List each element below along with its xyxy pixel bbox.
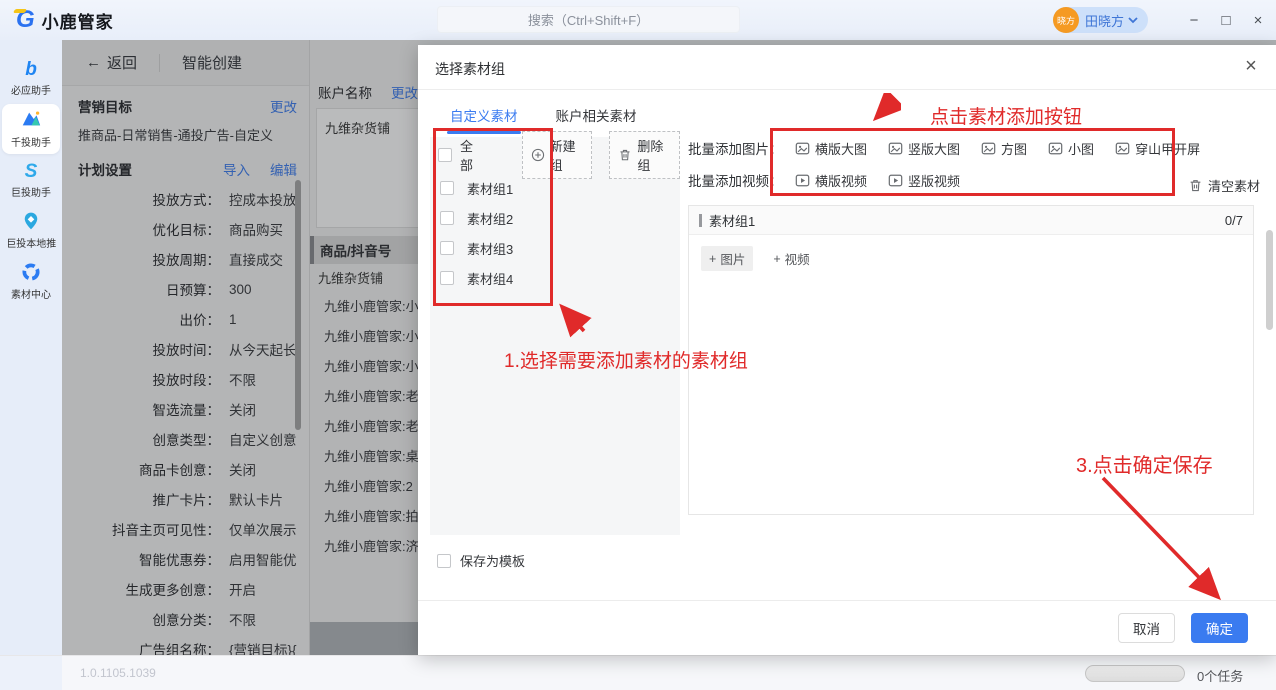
group-row[interactable]: 素材组4 [430,263,680,293]
plus-icon: + [709,252,716,266]
image-icon [888,141,903,156]
close-button[interactable]: × [1242,12,1274,29]
statusbar: 1.0.1105.1039 0个任务 [0,655,1276,690]
chevron-down-icon [1127,16,1139,24]
qiantou-assistant-icon [20,108,42,133]
sidebar-item-label: 千投助手 [11,135,51,149]
group-row[interactable]: 素材组2 [430,203,680,233]
material-group-content-panel: 素材组1 0/7 + 图片 + 视频 [688,205,1254,515]
window-controls: − □ × [1178,0,1274,40]
dialog-title: 选择素材组 [435,59,505,79]
modal-scrollbar[interactable] [1266,230,1273,330]
tab-account-material[interactable]: 账户相关素材 [556,105,637,134]
add-vertical-image-button[interactable]: 竖版大图 [888,139,960,158]
select-all-label: 全部 [460,136,484,174]
add-vertical-video-button[interactable]: 竖版视频 [888,171,960,190]
image-icon [1115,141,1130,156]
video-icon [888,173,903,188]
video-icon [795,173,810,188]
task-count: 0个任务 [1197,666,1243,685]
add-horizontal-video-button[interactable]: 横版视频 [795,171,867,190]
annotation-add-hint-text: 点击素材添加按钮 [930,102,1082,129]
add-horizontal-image-button[interactable]: 横版大图 [795,139,867,158]
add-video-button[interactable]: + 视频 [765,246,817,271]
clear-materials-button[interactable]: 清空素材 [1188,176,1260,195]
select-all-checkbox[interactable] [438,148,452,162]
sidebar-item-label: 巨投助手 [11,185,51,199]
sidebar-item-qiantou-assistant[interactable]: 千投助手 [2,104,60,154]
material-tabs: 自定义素材 账户相关素材 [450,105,637,134]
sidebar-item-jutou-local[interactable]: 巨投本地推 [2,206,60,256]
image-icon [981,141,996,156]
batch-video-label: 批量添加视频： [688,170,795,190]
sidebar-item-label: 素材中心 [11,287,51,301]
global-search-input[interactable]: 搜索（Ctrl+Shift+F） [437,6,740,33]
annotation-arrow-down-left-icon [861,93,901,133]
plus-circle-icon [531,148,545,162]
group-panel-title: 素材组1 [709,211,1225,230]
group-row[interactable]: 素材组3 [430,233,680,263]
tab-custom-material[interactable]: 自定义素材 [450,105,518,134]
username: 田晓方 [1085,11,1124,30]
sidebar-item-material-center[interactable]: 素材中心 [2,257,60,307]
material-count: 0/7 [1225,213,1243,228]
batch-image-label: 批量添加图片： [688,138,795,158]
image-icon [1048,141,1063,156]
batch-add-toolbar: 批量添加图片： 横版大图 竖版大图 方图 小图 [688,133,1254,197]
cancel-button[interactable]: 取消 [1118,613,1175,643]
divider [418,89,1276,90]
select-material-group-dialog: 选择素材组 × 自定义素材 账户相关素材 全部 新建组 删除组 [418,45,1276,655]
add-image-button[interactable]: + 图片 [701,246,753,271]
app-title: 小鹿管家 [42,8,114,33]
sidebar-item-jutou-assistant[interactable]: S 巨投助手 [2,155,60,205]
new-group-button[interactable]: 新建组 [522,131,593,179]
topbar: G 小鹿管家 搜索（Ctrl+Shift+F） 晓方 田晓方 − □ × [0,0,1276,40]
bing-assistant-icon: b [25,59,37,81]
image-icon [795,141,810,156]
search-placeholder: 搜索（Ctrl+Shift+F） [528,10,649,29]
save-template-checkbox[interactable] [437,554,451,568]
trash-icon [1188,178,1203,193]
save-as-template-option[interactable]: 保存为模板 [437,551,525,570]
statusbar-left-cap [0,656,62,690]
dialog-close-icon[interactable]: × [1238,53,1264,79]
delete-group-button[interactable]: 删除组 [609,131,680,179]
confirm-button[interactable]: 确定 [1191,613,1248,643]
trash-icon [618,148,632,162]
group-checkbox[interactable] [440,271,454,285]
sidebar-item-label: 巨投本地推 [6,236,56,250]
sidebar-item-label: 必应助手 [11,83,51,97]
add-small-image-button[interactable]: 小图 [1048,139,1094,158]
app-logo: G 小鹿管家 [16,5,114,35]
material-group-list: 全部 新建组 删除组 素材组1 素材组2 素材组3 [430,137,680,535]
avatar: 晓方 [1053,7,1079,33]
location-pin-icon [21,211,41,234]
group-checkbox[interactable] [440,211,454,225]
accent-bar [699,214,702,227]
task-progress-bar [1085,665,1185,682]
app-logo-icon: G [16,5,35,35]
dialog-footer: 取消 确定 [418,600,1276,655]
sidebar-item-biying-assistant[interactable]: b 必应助手 [2,53,60,103]
add-square-image-button[interactable]: 方图 [981,139,1027,158]
group-checkbox[interactable] [440,241,454,255]
minimize-button[interactable]: − [1178,12,1210,29]
material-center-icon [21,262,41,285]
add-pangle-splash-button[interactable]: 穿山甲开屏 [1115,139,1200,158]
app-window: G 小鹿管家 搜索（Ctrl+Shift+F） 晓方 田晓方 − □ × b 必… [0,0,1276,690]
group-checkbox[interactable] [440,181,454,195]
plus-icon: + [773,252,780,266]
sidebar: b 必应助手 千投助手 S 巨投助手 巨投 [0,40,62,655]
version-text: 1.0.1105.1039 [80,666,156,680]
jutou-assistant-icon: S [25,161,38,183]
user-menu[interactable]: 晓方 田晓方 [1053,7,1148,33]
maximize-button[interactable]: □ [1210,12,1242,29]
